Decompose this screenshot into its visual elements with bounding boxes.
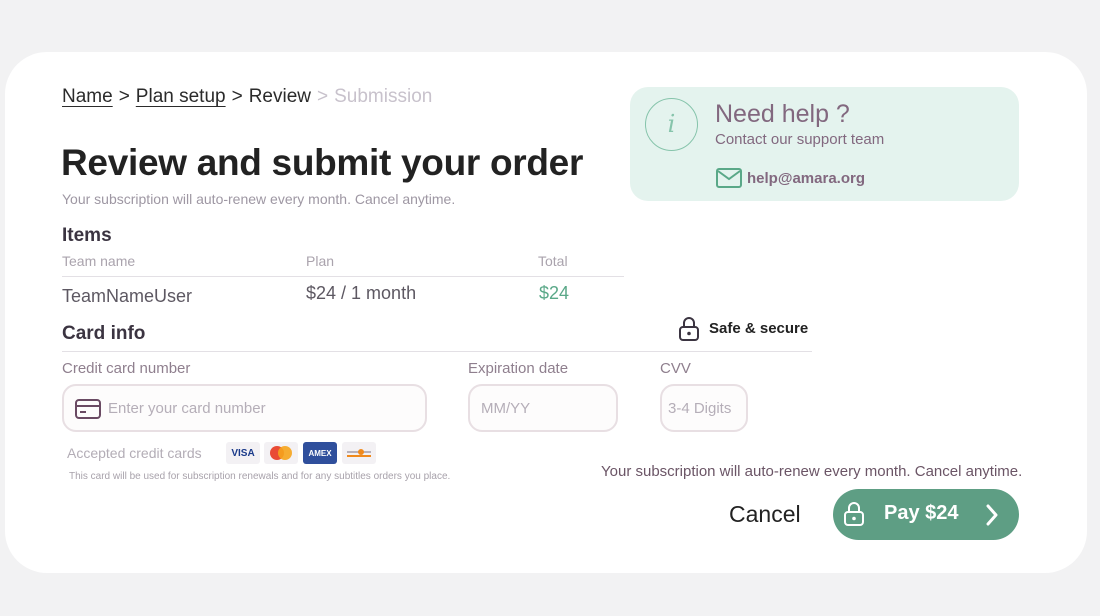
- cvv-field: [660, 384, 748, 432]
- pay-button-label: Pay $24: [884, 502, 959, 524]
- credit-card-icon: [75, 399, 101, 419]
- items-divider: [62, 276, 624, 277]
- mastercard-logo: [264, 442, 298, 464]
- cvv-input[interactable]: [668, 386, 746, 430]
- card-info-section-title: Card info: [62, 323, 146, 344]
- mail-icon: [716, 168, 742, 188]
- breadcrumb-name-link[interactable]: Name: [62, 86, 113, 107]
- accepted-cards-label: Accepted credit cards: [67, 445, 202, 461]
- card-number-field: [62, 384, 427, 432]
- breadcrumb-separator: >: [231, 86, 243, 107]
- page-title: Review and submit your order: [61, 142, 584, 183]
- safe-secure-label: Safe & secure: [709, 320, 809, 337]
- help-panel: i Need help ? Contact our support team h…: [630, 87, 1019, 201]
- breadcrumb: Name > Plan setup > Review > Submission: [62, 86, 432, 108]
- visa-logo: VISA: [226, 442, 260, 464]
- page-subtitle: Your subscription will auto-renew every …: [62, 191, 456, 207]
- expiration-input[interactable]: [481, 386, 611, 430]
- visa-logo-text: VISA: [231, 447, 255, 459]
- breadcrumb-submission: Submission: [334, 86, 433, 107]
- team-name-cell: TeamNameUser: [62, 286, 193, 306]
- pay-button[interactable]: Pay $24: [833, 489, 1019, 540]
- card-number-label: Credit card number: [62, 360, 191, 377]
- breadcrumb-plan-setup-link[interactable]: Plan setup: [136, 86, 226, 107]
- auto-renew-note: Your subscription will auto-renew every …: [601, 463, 1023, 480]
- help-email-link[interactable]: help@amara.org: [747, 170, 865, 187]
- lock-icon: [679, 317, 699, 341]
- help-title: Need help ?: [715, 100, 850, 128]
- safe-secure-badge: Safe & secure: [679, 316, 808, 341]
- expiration-label: Expiration date: [468, 360, 569, 377]
- breadcrumb-separator: >: [118, 86, 130, 107]
- help-subtitle: Contact our support team: [715, 131, 885, 148]
- card-info-divider: [62, 351, 812, 352]
- total-cell: $24: [539, 283, 570, 303]
- discover-logo: [342, 442, 376, 464]
- amex-logo: AMEX: [303, 442, 337, 464]
- plan-cell: $24 / 1 month: [306, 283, 417, 303]
- column-header-team-name: Team name: [62, 253, 136, 269]
- expiration-field: [468, 384, 618, 432]
- amex-logo-text: AMEX: [308, 448, 332, 458]
- breadcrumb-separator: >: [317, 86, 329, 107]
- card-number-input[interactable]: [108, 386, 418, 430]
- column-header-plan: Plan: [306, 253, 335, 269]
- breadcrumb-current-review: Review: [248, 86, 312, 107]
- cancel-button[interactable]: Cancel: [729, 501, 801, 528]
- mastercard-icon: [270, 446, 292, 460]
- discover-icon: [347, 449, 371, 457]
- column-header-total: Total: [538, 253, 568, 269]
- card-usage-note: This card will be used for subscription …: [69, 471, 451, 482]
- lock-icon: [844, 502, 864, 526]
- items-section-title: Items: [62, 225, 112, 246]
- cvv-label: CVV: [660, 360, 691, 377]
- chevron-right-icon: [986, 504, 998, 526]
- info-icon: i: [645, 98, 698, 151]
